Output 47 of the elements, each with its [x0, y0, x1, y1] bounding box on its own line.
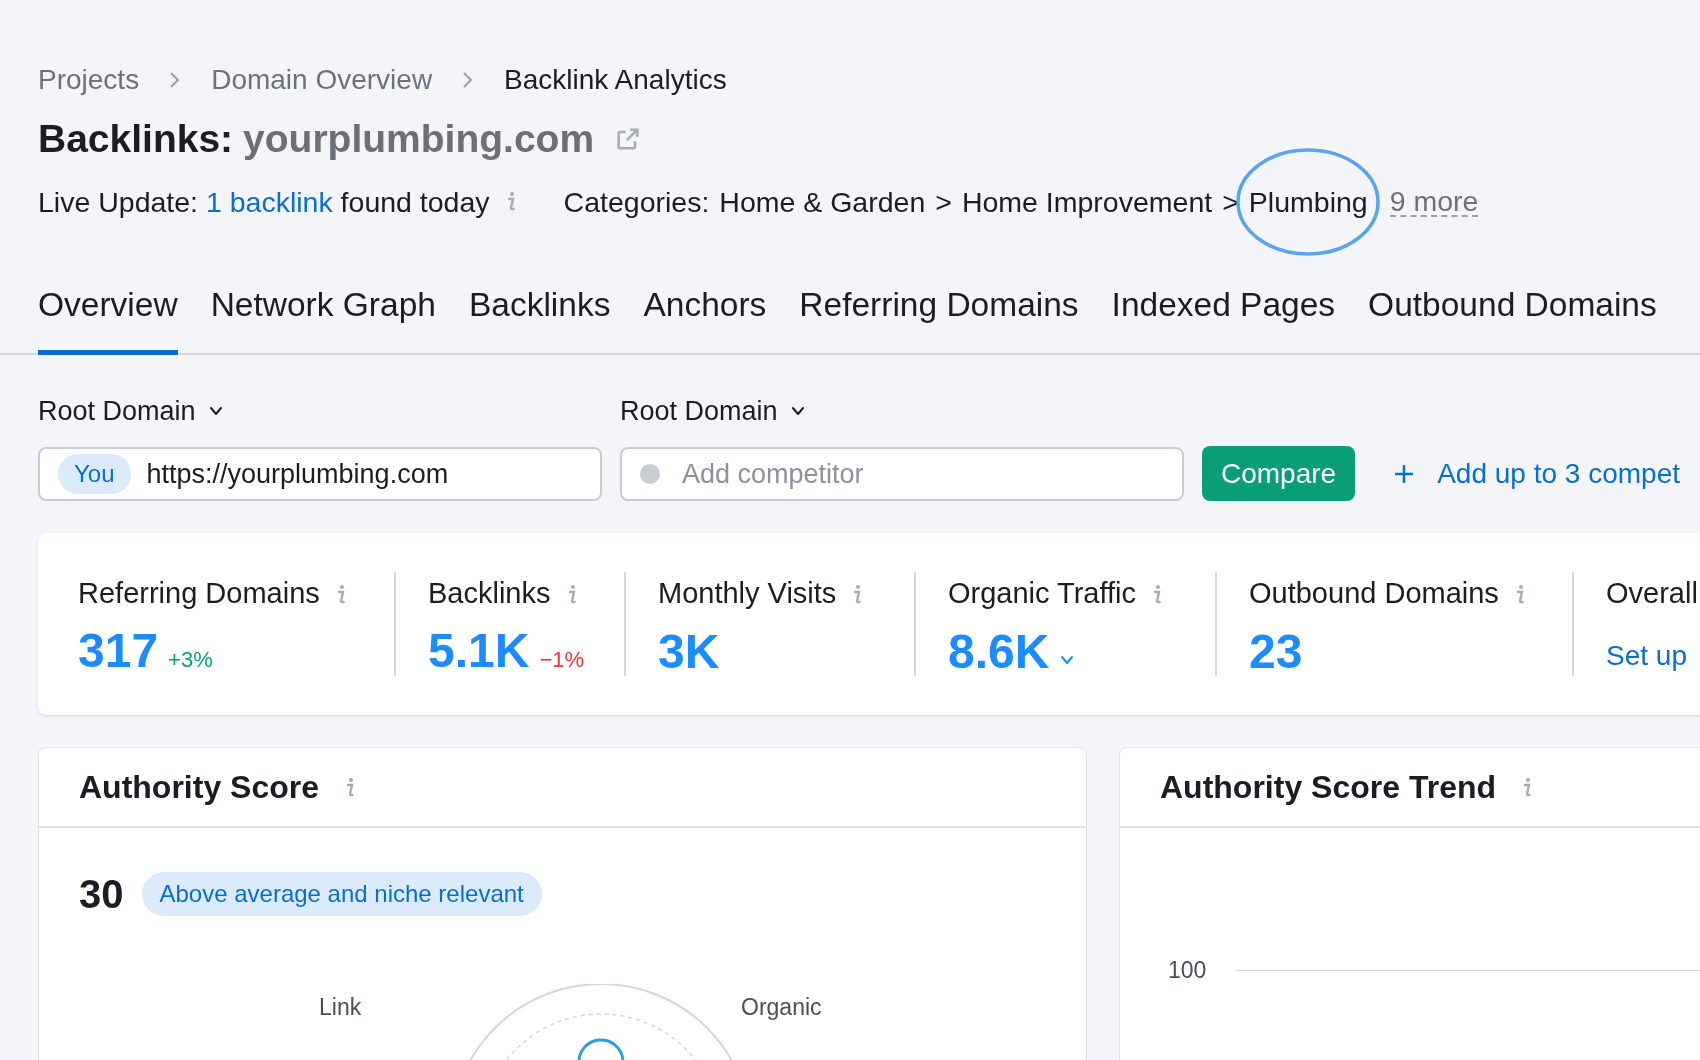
categories-label: Categories:	[563, 184, 710, 220]
metric-label: Organic Traffic	[948, 576, 1137, 612]
metric-change: +3%	[168, 646, 213, 675]
competitor-input[interactable]: Add competitor	[682, 454, 1102, 495]
tab[interactable]: Backlinks	[468, 280, 611, 356]
metric-label: Monthly Visits	[658, 576, 837, 612]
backlink-link[interactable]: 1 backlink	[205, 185, 333, 218]
metric-label: Referring Domains	[78, 576, 320, 612]
you-badge: You	[58, 454, 131, 495]
tab[interactable]: Network Graph	[210, 280, 436, 356]
chevron-right-icon	[169, 71, 182, 89]
plus-icon	[1393, 462, 1416, 485]
metric-label: Backlinks	[428, 576, 551, 612]
setup-link[interactable]: Set up	[1606, 642, 1687, 671]
tab[interactable]: Referring Domains	[799, 280, 1079, 356]
category-link[interactable]: Home Improvement	[961, 185, 1213, 218]
card-title: Authority Score	[79, 768, 320, 808]
more-categories-link[interactable]: 9 more	[1389, 187, 1479, 217]
live-update-text: Live Update: 1 backlink found today	[38, 184, 490, 220]
axis-label: Link	[319, 993, 362, 1023]
domain-name: yourplumbing.com	[243, 115, 595, 162]
competitor-field[interactable]: Add competitor	[620, 447, 1184, 502]
page-title: Backlinks:	[38, 115, 234, 162]
scope-dropdown[interactable]: Root Domain	[620, 393, 806, 430]
field-value: https://yourplumbing.com	[146, 458, 449, 491]
category-separator: >	[935, 184, 952, 220]
domain-field[interactable]: You https://yourplumbing.com	[38, 447, 602, 502]
category-separator: >	[1222, 184, 1239, 220]
score-badge: Above average and niche relevant	[141, 872, 542, 917]
card-title: Authority Score Trend	[1160, 768, 1497, 808]
add-competitors-link[interactable]: Add up to 3 compet	[1393, 446, 1680, 502]
breadcrumb-link[interactable]: Domain Overview	[211, 59, 433, 101]
tab[interactable]: Anchors	[643, 280, 767, 356]
chevron-right-icon	[462, 71, 475, 89]
axis-label: Organic	[741, 993, 822, 1023]
category-link[interactable]: Home & Garden	[719, 185, 926, 218]
axis-tick-label: 100	[1168, 956, 1207, 986]
breadcrumb-link[interactable]: Projects	[38, 59, 140, 101]
tab[interactable]: Overview	[38, 280, 178, 356]
metric-label: Outbound Domains	[1249, 576, 1499, 612]
breadcrumb-link[interactable]: Backlink Analytics	[504, 59, 727, 101]
score-value: 30	[79, 871, 124, 919]
tab[interactable]: Outbound Domains	[1368, 280, 1657, 356]
metric-label: Overall	[1606, 576, 1698, 612]
scope-dropdown[interactable]: Root Domain	[38, 393, 224, 430]
tab[interactable]: Indexed Pages	[1111, 280, 1336, 356]
metric-change: −1%	[539, 646, 585, 675]
